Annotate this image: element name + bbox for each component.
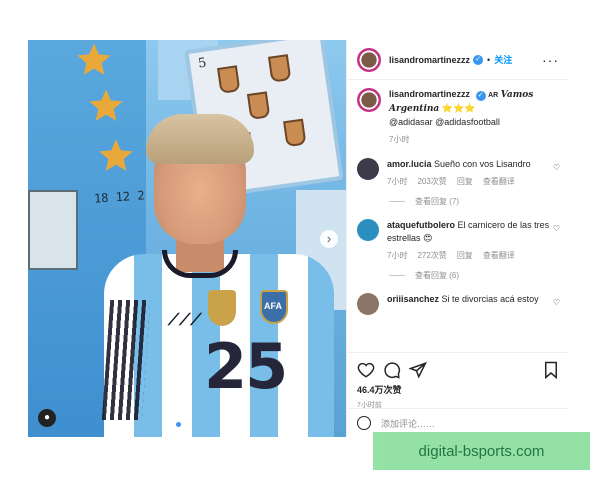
view-replies[interactable]: 查看回复 (6) [389, 270, 560, 281]
author-username[interactable]: lisandromartinezzz [389, 55, 470, 65]
like-icon[interactable] [357, 361, 375, 379]
comment-meta: 7小时 203次赞 回复 查看翻译 [387, 175, 550, 188]
verified-icon: ✓ [473, 54, 484, 65]
comment-icon[interactable] [383, 361, 401, 379]
cup-icon [217, 65, 241, 94]
afa-crest: AFA [260, 290, 288, 324]
like-comment-icon[interactable]: ♡ [550, 158, 560, 188]
follow-button[interactable]: 关注 [494, 53, 512, 66]
comment-body: amor.lucia Sueño con vos Lisandro 7小时 20… [387, 158, 550, 188]
comment-username[interactable]: amor.lucia [387, 159, 432, 169]
star-icon [99, 139, 133, 171]
comment: amor.lucia Sueño con vos Lisandro 7小时 20… [357, 158, 560, 207]
like-comment-icon[interactable]: ♡ [550, 293, 560, 315]
tagged-user-icon[interactable]: ● [38, 409, 56, 427]
comment-username[interactable]: ataquefutbolero [387, 220, 455, 230]
post-photo[interactable]: 5 18 12 2 AFA ⟋⟋⟋ 25 › ● [28, 40, 346, 437]
instagram-post: 5 18 12 2 AFA ⟋⟋⟋ 25 › ● lisandromartine… [28, 40, 569, 437]
cup-icon [267, 54, 292, 83]
post-header: lisandromartinezzz ✓ • 关注 ··· [347, 40, 569, 80]
comment: oriiisanchez Si te divorcias acá estoy ♡ [357, 293, 560, 315]
comment-body: ataquefutbolero El carnicero de las tres… [387, 219, 550, 262]
caption-stars: ⭐⭐⭐ [441, 103, 476, 113]
caption: lisandromartinezzz ✓ AR Vamos Argentina … [357, 88, 560, 146]
card-number: 5 [197, 55, 208, 72]
comment-thread[interactable]: lisandromartinezzz ✓ AR Vamos Argentina … [347, 80, 569, 352]
caption-time: 7小时 [389, 135, 410, 144]
hair [146, 114, 254, 164]
jersey-number: 25 [204, 330, 288, 403]
avatar[interactable] [357, 47, 381, 72]
cup-icon [246, 91, 271, 120]
emoji-icon[interactable] [357, 416, 371, 430]
cup-icon [283, 118, 307, 148]
next-photo-button[interactable]: › [320, 230, 338, 248]
verified-icon: ✓ [475, 91, 486, 101]
commenter-avatar[interactable] [357, 293, 379, 315]
star-icon [77, 43, 111, 75]
comment-username[interactable]: oriiisanchez [387, 294, 439, 304]
carousel-dot-active [176, 422, 181, 427]
translate-button[interactable]: 查看翻译 [483, 249, 515, 262]
comment: ataquefutbolero El carnicero de las tres… [357, 219, 560, 281]
translate-button[interactable]: 查看翻译 [483, 175, 515, 188]
like-comment-icon[interactable]: ♡ [550, 219, 560, 262]
carousel-dot [185, 422, 190, 427]
reply-button[interactable]: 回复 [457, 249, 473, 262]
comment-meta: 7小时 272次赞 回复 查看翻译 [387, 249, 550, 262]
crest-label: AFA [264, 301, 282, 311]
more-options-icon[interactable]: ··· [542, 52, 559, 68]
adidas-logo: ⟋⟋⟋ [168, 312, 202, 329]
caption-meta: 7小时 [389, 133, 560, 146]
post-actions: 46.4万次赞 7小时前 [347, 352, 569, 409]
champion-badge [208, 290, 236, 326]
post-side-panel: lisandromartinezzz ✓ • 关注 ··· lisandroma… [346, 40, 569, 437]
caption-text: lisandromartinezzz ✓ AR Vamos Argentina … [389, 88, 560, 146]
flag-text: AR [488, 92, 499, 99]
comment-likes[interactable]: 203次赞 [417, 175, 446, 188]
commenter-avatar[interactable] [357, 219, 379, 241]
reply-button[interactable]: 回复 [457, 175, 473, 188]
separator-dot: • [487, 54, 491, 65]
caption-mentions[interactable]: @adidasar @adidasfootball [389, 117, 500, 127]
comment-text: Sueño con vos Lisandro [434, 159, 531, 169]
avatar[interactable] [357, 88, 381, 112]
carousel-dots [176, 422, 190, 427]
share-icon[interactable] [409, 361, 427, 379]
comment-time: 7小时 [387, 177, 408, 186]
view-replies[interactable]: 查看回复 (7) [389, 196, 560, 207]
comment-text: Si te divorcias acá estoy [441, 294, 539, 304]
jersey-sleeve-stripes [101, 300, 151, 420]
caption-username[interactable]: lisandromartinezzz [389, 89, 470, 99]
commenter-avatar[interactable] [357, 158, 379, 180]
watermark: digital-bsports.com [373, 432, 590, 470]
likes-count[interactable]: 46.4万次赞 [357, 383, 560, 396]
add-comment-input[interactable]: 添加评论…… [381, 417, 435, 430]
star-icon [89, 89, 123, 121]
comment-time: 7小时 [387, 251, 408, 260]
tram-illustration [28, 190, 78, 270]
comment-likes[interactable]: 272次赞 [417, 249, 446, 262]
comment-body: oriiisanchez Si te divorcias acá estoy [387, 293, 550, 315]
bookmark-icon[interactable] [542, 361, 560, 379]
comment-emoji: 😍 [423, 233, 433, 243]
